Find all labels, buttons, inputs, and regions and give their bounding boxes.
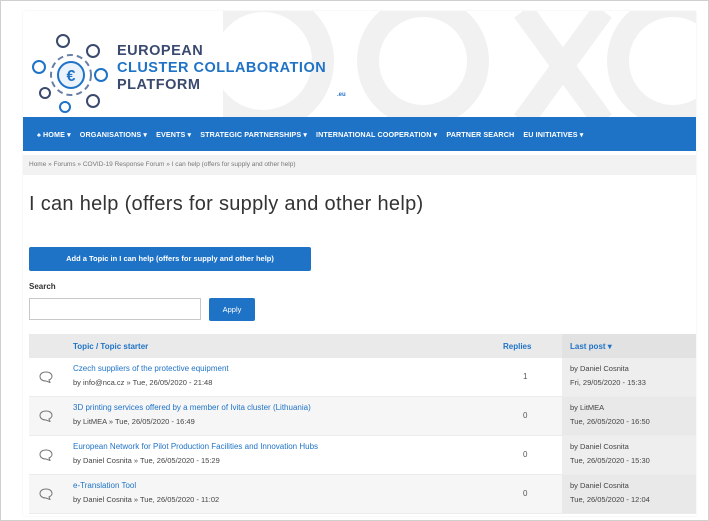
speech-bubble-icon [39,449,53,461]
brand-tld: .eu [337,92,346,98]
nav-item-strategic-partnerships[interactable]: STRATEGIC PARTNERSHIPS ▾ [200,130,307,139]
nav-item-international-cooperation[interactable]: INTERNATIONAL COOPERATION ▾ [316,130,437,139]
topics-table: Topic / Topic starter Replies Last post … [29,334,696,514]
main-nav: ♠ HOME ▾ ORGANISATIONS ▾ EVENTS ▾ STRATE… [23,117,696,151]
last-post-author: by Daniel Cosnita [570,364,629,373]
search-label: Search [29,282,56,291]
brand-line-3: PLATFORM [117,77,201,93]
speech-bubble-icon [39,488,53,500]
replies-count: 1 [523,372,528,381]
eccp-logo-icon[interactable]: € [31,31,111,113]
table-row: Czech suppliers of the protective equipm… [29,358,696,397]
svg-text:€: € [67,68,76,85]
column-header-topic[interactable]: Topic / Topic starter [73,342,148,351]
last-post-cell: by Daniel Cosnita Tue, 26/05/2020 - 12:0… [562,475,696,513]
search-input[interactable] [29,298,201,320]
column-header-last-post-label: Last post ▾ [570,342,612,351]
breadcrumb[interactable]: Home » Forums » COVID-19 Response Forum … [23,155,696,175]
speech-bubble-icon [39,371,53,383]
topic-link[interactable]: European Network for Pilot Production Fa… [73,442,318,451]
apply-button[interactable]: Apply [209,298,255,321]
table-row: 3D printing services offered by a member… [29,397,696,436]
nav-item-partner-search[interactable]: PARTNER SEARCH [446,130,514,139]
table-row: e-Translation Tool by Daniel Cosnita » T… [29,475,696,514]
speech-bubble-icon [39,410,53,422]
nav-item-events[interactable]: EVENTS ▾ [156,130,191,139]
last-post-author: by Daniel Cosnita [570,481,629,490]
last-post-date: Tue, 26/05/2020 - 15:30 [570,456,650,465]
topic-meta: by info@nca.cz » Tue, 26/05/2020 - 21:48 [73,378,213,387]
topic-meta: by LitMEA » Tue, 26/05/2020 - 16:49 [73,417,195,426]
table-header: Topic / Topic starter Replies Last post … [29,334,696,358]
page: € EUROPEAN CLUSTER COLLABORATION PLATFOR… [23,11,696,516]
replies-count: 0 [523,450,528,459]
last-post-cell: by Daniel Cosnita Tue, 26/05/2020 - 15:3… [562,436,696,474]
topic-link[interactable]: e-Translation Tool [73,481,136,490]
last-post-cell: by Daniel Cosnita Fri, 29/05/2020 - 15:3… [562,358,696,396]
brand-line-2: CLUSTER COLLABORATION [117,60,327,76]
last-post-author: by LitMEA [570,403,605,412]
add-topic-button[interactable]: Add a Topic in I can help (offers for su… [29,247,311,271]
screenshot-frame: € EUROPEAN CLUSTER COLLABORATION PLATFOR… [0,0,709,521]
last-post-date: Tue, 26/05/2020 - 12:04 [570,495,650,504]
topic-meta: by Daniel Cosnita » Tue, 26/05/2020 - 15… [73,456,220,465]
last-post-author: by Daniel Cosnita [570,442,629,451]
nav-item-organisations[interactable]: ORGANISATIONS ▾ [80,130,147,139]
last-post-cell: by LitMEA Tue, 26/05/2020 - 16:50 [562,397,696,435]
column-header-last-post[interactable]: Last post ▾ [562,334,696,358]
brand-line-1: EUROPEAN [117,43,204,59]
column-header-replies[interactable]: Replies [503,342,531,351]
last-post-date: Fri, 29/05/2020 - 15:33 [570,378,646,387]
brand-wordmark[interactable]: EUROPEAN CLUSTER COLLABORATION PLATFORM … [117,43,346,98]
nav-item-eu-initiatives[interactable]: EU INITIATIVES ▾ [523,130,583,139]
topic-link[interactable]: 3D printing services offered by a member… [73,403,311,412]
topic-meta: by Daniel Cosnita » Tue, 26/05/2020 - 11… [73,495,220,504]
replies-count: 0 [523,489,528,498]
page-title: I can help (offers for supply and other … [29,193,424,215]
table-row: European Network for Pilot Production Fa… [29,436,696,475]
last-post-date: Tue, 26/05/2020 - 16:50 [570,417,650,426]
nav-item-home[interactable]: ♠ HOME ▾ [37,130,71,139]
replies-count: 0 [523,411,528,420]
topic-link[interactable]: Czech suppliers of the protective equipm… [73,364,229,373]
